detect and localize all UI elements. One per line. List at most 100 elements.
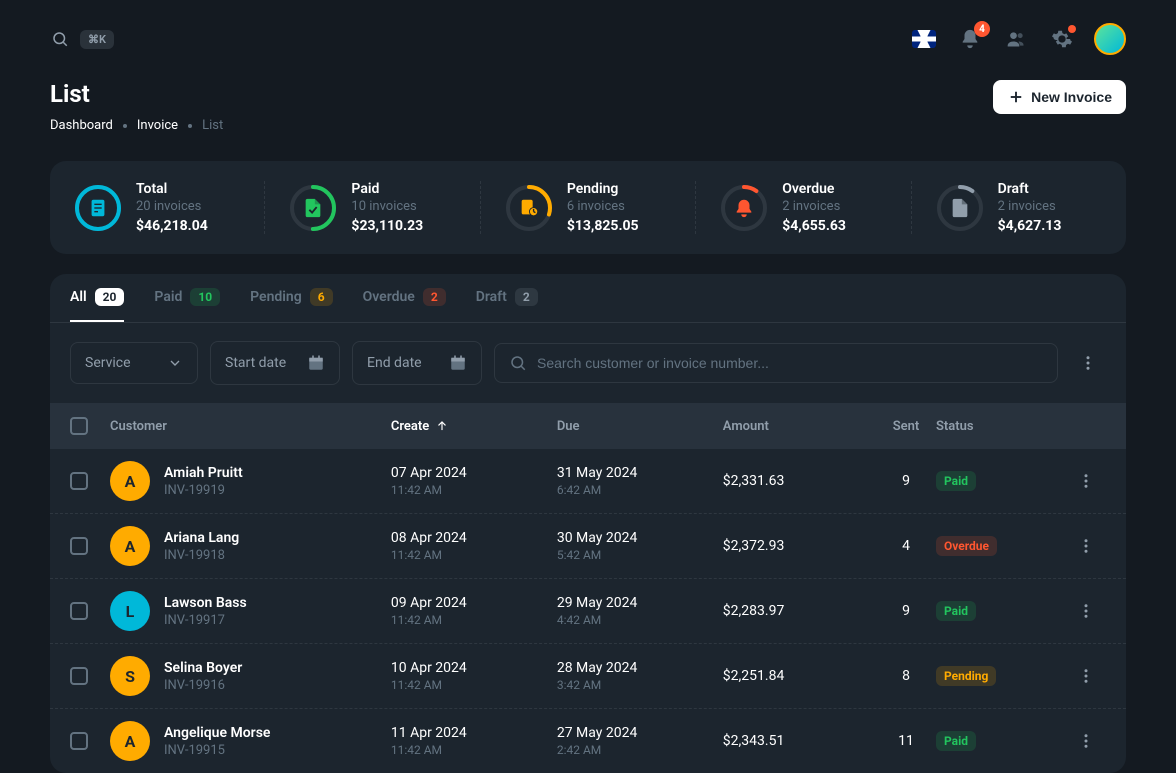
invoice-number: INV-19917 — [164, 613, 247, 628]
row-checkbox[interactable] — [70, 472, 88, 490]
invoice-number: INV-19918 — [164, 548, 239, 563]
due-time: 4:42 AM — [557, 613, 723, 627]
row-actions-button[interactable] — [1066, 667, 1106, 685]
summary-item-draft: Draft 2 invoices $4,627.13 — [912, 181, 1126, 234]
more-vertical-icon — [1077, 472, 1095, 490]
col-customer[interactable]: Customer — [110, 419, 391, 434]
summary-ring — [936, 184, 984, 232]
search-input[interactable] — [537, 355, 1043, 371]
keyboard-shortcut[interactable]: ⌘K — [80, 30, 114, 49]
clock-icon — [518, 197, 540, 219]
start-date-input[interactable]: Start date — [210, 341, 340, 385]
service-placeholder: Service — [85, 355, 131, 371]
row-checkbox[interactable] — [70, 667, 88, 685]
summary-ring — [74, 184, 122, 232]
tab-all[interactable]: All 20 — [70, 274, 124, 322]
new-invoice-label: New Invoice — [1031, 89, 1112, 105]
breadcrumb: Dashboard Invoice List — [50, 118, 223, 133]
row-actions-button[interactable] — [1066, 537, 1106, 555]
tab-paid[interactable]: Paid10 — [154, 274, 220, 322]
table-row[interactable]: S Selina Boyer INV-19916 10 Apr 202411:4… — [50, 644, 1126, 709]
check-file-icon — [302, 197, 324, 219]
tab-count: 2 — [515, 288, 538, 306]
end-date-input[interactable]: End date — [352, 341, 482, 385]
summary-item-pending: Pending 6 invoices $13,825.05 — [481, 181, 696, 234]
due-time: 6:42 AM — [557, 483, 723, 497]
row-checkbox[interactable] — [70, 537, 88, 555]
create-time: 11:42 AM — [391, 548, 467, 562]
tab-count: 20 — [95, 288, 125, 306]
summary-label: Total — [136, 181, 208, 197]
search-input-wrapper[interactable] — [494, 343, 1058, 383]
col-amount[interactable]: Amount — [723, 419, 876, 434]
table-row[interactable]: L Lawson Bass INV-19917 09 Apr 202411:42… — [50, 579, 1126, 644]
create-date: 10 Apr 2024 — [391, 660, 467, 676]
table-header: Customer Create Due Amount Sent Status — [50, 403, 1126, 449]
table-row[interactable]: A Ariana Lang INV-19918 08 Apr 202411:42… — [50, 514, 1126, 579]
search-icon[interactable] — [50, 29, 70, 49]
language-flag-icon[interactable] — [910, 25, 938, 53]
row-amount: $2,331.63 — [723, 473, 785, 489]
row-amount: $2,283.97 — [723, 603, 785, 619]
breadcrumb-current: List — [202, 118, 223, 133]
settings-icon[interactable] — [1048, 25, 1076, 53]
filters-more-button[interactable] — [1070, 345, 1106, 381]
row-actions-button[interactable] — [1066, 602, 1106, 620]
tab-draft[interactable]: Draft 2 — [476, 274, 538, 322]
summary-amount: $13,825.05 — [567, 218, 639, 234]
notifications-icon[interactable]: 4 — [956, 25, 984, 53]
col-sent[interactable]: Sent — [876, 419, 936, 434]
customer-name: Amiah Pruitt — [164, 465, 243, 481]
row-actions-button[interactable] — [1066, 732, 1106, 750]
select-all-checkbox[interactable] — [70, 417, 88, 435]
service-select[interactable]: Service — [70, 342, 198, 384]
customer-name: Selina Boyer — [164, 660, 242, 676]
more-vertical-icon — [1077, 537, 1095, 555]
arrow-up-icon — [435, 419, 449, 433]
tab-label: All — [70, 289, 87, 305]
invoice-number: INV-19915 — [164, 743, 270, 758]
row-sent: 11 — [898, 733, 914, 749]
search-icon — [509, 354, 527, 372]
col-create[interactable]: Create — [391, 419, 557, 434]
row-amount: $2,372.93 — [723, 538, 785, 554]
tab-count: 2 — [423, 288, 446, 306]
due-date: 28 May 2024 — [557, 660, 723, 676]
row-actions-button[interactable] — [1066, 472, 1106, 490]
customer-name: Angelique Morse — [164, 725, 270, 741]
col-status[interactable]: Status — [936, 419, 1066, 434]
status-badge: Paid — [936, 601, 976, 621]
customer-name: Lawson Bass — [164, 595, 247, 611]
due-date: 29 May 2024 — [557, 595, 723, 611]
customer-avatar: A — [110, 461, 150, 501]
customer-avatar: A — [110, 526, 150, 566]
due-time: 3:42 AM — [557, 678, 723, 692]
row-checkbox[interactable] — [70, 732, 88, 750]
table-row[interactable]: A Angelique Morse INV-19915 11 Apr 20241… — [50, 709, 1126, 773]
table-row[interactable]: A Amiah Pruitt INV-19919 07 Apr 202411:4… — [50, 449, 1126, 514]
due-time: 2:42 AM — [557, 743, 723, 757]
col-due[interactable]: Due — [557, 419, 723, 434]
avatar[interactable] — [1094, 23, 1126, 55]
breadcrumb-invoice[interactable]: Invoice — [137, 118, 178, 133]
tab-overdue[interactable]: Overdue2 — [363, 274, 446, 322]
tab-label: Draft — [476, 289, 507, 305]
tab-label: Paid — [154, 289, 182, 305]
contacts-icon[interactable] — [1002, 25, 1030, 53]
create-date: 08 Apr 2024 — [391, 530, 467, 546]
row-sent: 9 — [902, 603, 910, 619]
tab-pending[interactable]: Pending6 — [250, 274, 332, 322]
row-checkbox[interactable] — [70, 602, 88, 620]
due-date: 30 May 2024 — [557, 530, 723, 546]
summary-item-total: Total 20 invoices $46,218.04 — [50, 181, 265, 234]
more-vertical-icon — [1079, 354, 1097, 372]
new-invoice-button[interactable]: New Invoice — [993, 80, 1126, 114]
settings-dot — [1068, 25, 1076, 33]
invoice-number: INV-19916 — [164, 678, 242, 693]
more-vertical-icon — [1077, 602, 1095, 620]
row-amount: $2,251.84 — [723, 668, 785, 684]
breadcrumb-dashboard[interactable]: Dashboard — [50, 118, 113, 133]
row-sent: 4 — [902, 538, 910, 554]
summary-label: Paid — [351, 181, 423, 197]
summary-count: 10 invoices — [351, 199, 423, 214]
